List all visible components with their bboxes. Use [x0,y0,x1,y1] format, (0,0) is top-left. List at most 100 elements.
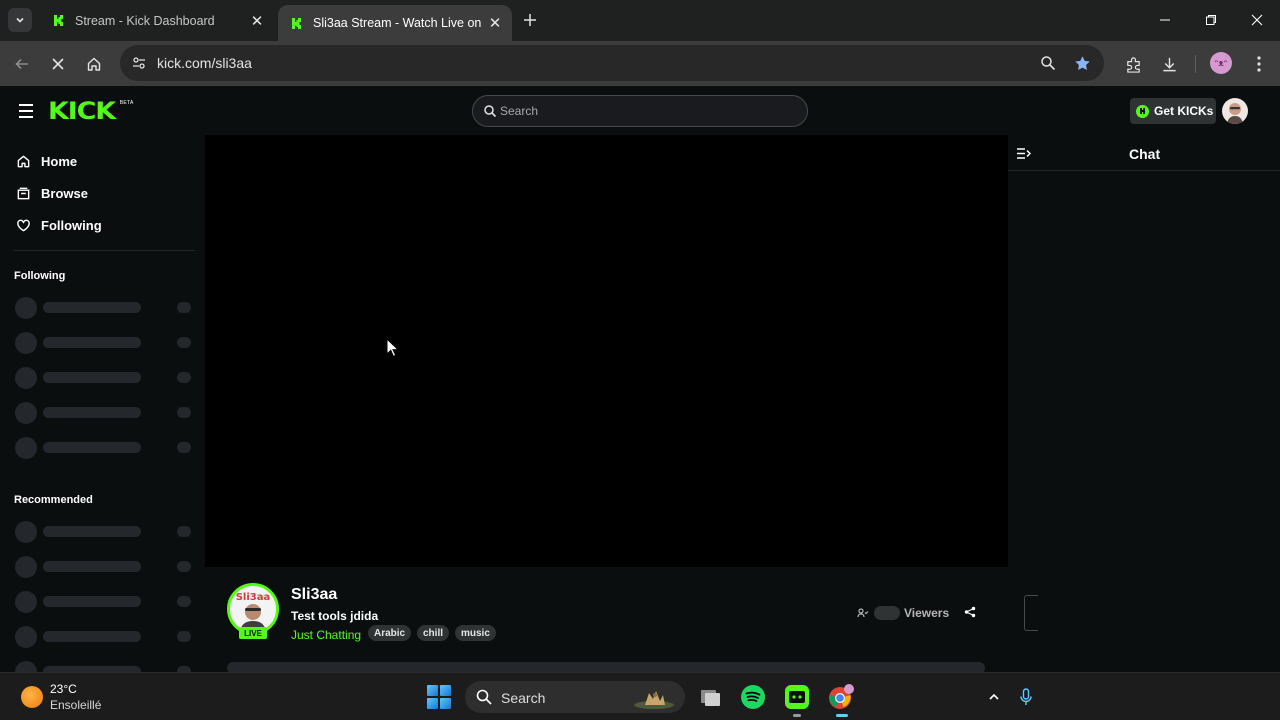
taskbar-app-kick-studio[interactable] [783,683,811,717]
skeleton-channel [14,626,194,648]
taskbar-search[interactable]: Search [465,681,685,713]
sidebar-item-following[interactable]: Following [14,213,102,237]
viewer-count: Viewers [857,605,949,621]
tab-search-button[interactable] [8,8,32,32]
downloads-button[interactable] [1156,51,1182,77]
skeleton-channel [14,402,194,424]
site-info-button[interactable] [126,50,152,76]
heart-icon [14,216,32,234]
kick-page: KICK BETA Search Get KICKs Home Browse F… [0,86,1280,672]
mouse-cursor-icon [386,338,400,358]
microphone-icon [1020,688,1032,705]
address-bar[interactable]: kick.com/sli3aa [120,45,1104,81]
sidebar-item-home[interactable]: Home [14,149,77,173]
chat-header: Chat [1008,135,1280,171]
extensions-icon [1126,56,1140,73]
recommended-heading: Recommended [14,494,93,506]
beta-badge: BETA [119,100,134,106]
toolbar-separator [1195,55,1196,73]
category-link[interactable]: Just Chatting [291,628,361,642]
sidebar-item-label: Home [41,153,78,169]
user-avatar[interactable] [1222,98,1248,124]
chat-panel: Chat [1008,135,1280,672]
microphone-button[interactable] [1016,687,1036,707]
stream-title: Test tools jdida [291,609,379,623]
taskbar-app-chrome[interactable] [827,683,855,717]
close-tab-icon[interactable]: ✕ [484,12,506,34]
kick-favicon-icon [290,16,304,30]
live-badge: LIVE [239,627,267,639]
close-tab-icon[interactable]: ✕ [246,10,268,32]
video-player[interactable] [205,135,1008,567]
tag-chill[interactable]: chill [417,625,450,641]
viewers-icon [857,608,869,618]
tag-music[interactable]: music [455,625,496,641]
extensions-button[interactable] [1120,51,1146,77]
browser-toolbar: kick.com/sli3aa ᵔᴥᵔ [0,41,1280,86]
url-text[interactable]: kick.com/sli3aa [157,55,252,71]
avatar-text: Sli3aa [236,592,271,603]
taskbar-app-file-explorer[interactable] [696,683,724,711]
home-button[interactable] [81,51,107,77]
get-kicks-label: Get KICKs [1154,104,1214,118]
skeleton-channel [14,437,194,459]
kebab-menu-icon [1257,56,1261,72]
browser-tabstrip: Stream - Kick Dashboard ✕ Sli3aa Stream … [0,0,1280,41]
sidebar-item-browse[interactable]: Browse [14,181,88,205]
running-indicator [793,714,801,717]
search-placeholder: Search [500,104,539,118]
skeleton-channel [14,661,194,672]
back-button[interactable] [9,51,35,77]
sun-icon[interactable] [21,686,43,708]
chat-input-edge[interactable] [1024,595,1038,631]
plus-icon [524,14,536,26]
kicks-coin-icon [1136,104,1149,118]
restore-button[interactable] [1188,0,1234,40]
logo-text: KICK [48,97,116,125]
search-icon [484,105,497,118]
left-sidebar: Home Browse Following Following Recommen… [0,135,205,672]
browser-menu-button[interactable] [1246,51,1272,77]
chevron-down-icon [16,17,24,23]
stream-info: Sli3aa LIVE Sli3aa Test tools jdida Just… [205,567,1008,672]
streamer-name[interactable]: Sli3aa [291,586,337,604]
profile-avatar[interactable]: ᵔᴥᵔ [1210,52,1232,74]
home-icon [87,57,101,71]
show-hidden-icons-button[interactable] [984,687,1004,707]
get-kicks-button[interactable]: Get KICKs [1130,98,1216,124]
weather-temperature[interactable]: 23°C [50,682,77,696]
kick-header: KICK BETA Search Get KICKs [0,86,1280,135]
weather-description[interactable]: Ensoleillé [50,698,101,712]
tag-arabic[interactable]: Arabic [368,625,412,641]
chrome-icon [829,684,854,709]
spotify-icon [741,685,765,709]
chevron-up-icon [989,693,999,700]
sidebar-item-label: Following [41,217,102,233]
skeleton-channel [14,521,194,543]
close-window-button[interactable] [1234,0,1280,40]
hamburger-menu-button[interactable] [16,101,36,121]
browse-icon [14,184,32,202]
stop-loading-button[interactable] [45,51,71,77]
search-input[interactable]: Search [472,95,808,127]
taskbar-app-spotify[interactable] [739,683,767,711]
kick-favicon-icon [52,14,66,28]
taskbar-search-label: Search [501,690,546,706]
browser-tab-kick-dashboard[interactable]: Stream - Kick Dashboard ✕ [40,0,274,41]
zoom-button[interactable] [1036,51,1060,75]
search-icon [476,689,492,705]
skeleton-channel [14,367,194,389]
following-heading: Following [14,270,66,282]
minimize-icon [1160,19,1170,21]
share-icon [964,606,976,618]
share-button[interactable] [961,603,979,621]
collapse-right-icon [1016,147,1031,159]
collapse-chat-button[interactable] [1014,144,1032,162]
bookmark-button[interactable] [1070,51,1094,75]
minimize-button[interactable] [1142,0,1188,40]
browser-tab-sli3aa-stream[interactable]: Sli3aa Stream - Watch Live on Kick ✕ [278,5,512,41]
windows-taskbar: 23°C Ensoleillé Search [0,672,1280,720]
windows-start-button[interactable] [427,685,451,709]
new-tab-button[interactable] [519,9,541,31]
kick-logo[interactable]: KICK BETA [48,98,134,124]
